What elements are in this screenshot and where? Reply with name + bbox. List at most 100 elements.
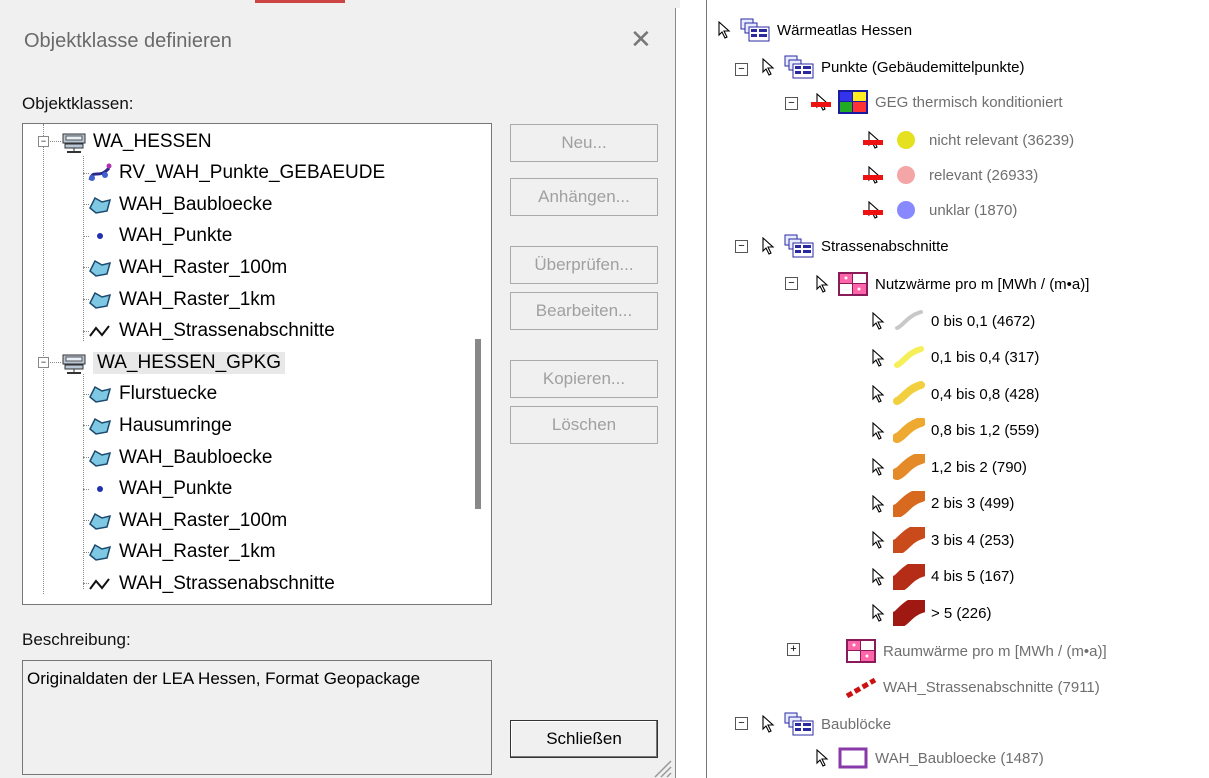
legend-nutz-class[interactable]: 2 bis 3 (499) xyxy=(871,489,1014,519)
cursor-arrow-icon[interactable] xyxy=(871,531,885,549)
legend-nutz-class[interactable]: 1,2 bis 2 (790) xyxy=(871,452,1027,482)
tree-node-class[interactable]: RV_WAH_Punkte_GEBAEUDE xyxy=(87,158,385,189)
point-symbol-icon xyxy=(897,166,915,184)
legend-group-blocks[interactable]: Baublöcke xyxy=(761,709,891,739)
polygon-icon xyxy=(89,386,112,404)
legend-label: 0 bis 0,1 (4672) xyxy=(931,312,1036,330)
legend-layer-nutz[interactable]: Nutzwärme pro m [MWh / (m•a)] xyxy=(815,269,1089,299)
legend-label: Nutzwärme pro m [MWh / (m•a)] xyxy=(875,275,1090,293)
tree-node-icon xyxy=(87,447,113,469)
line-style-icon xyxy=(893,417,925,443)
pattern-layer-icon xyxy=(838,272,868,296)
tree-node-class[interactable]: WAH_Raster_1km xyxy=(87,284,276,315)
legend-layer-wah-streets[interactable]: WAH_Strassenabschnitte (7911) xyxy=(845,672,1100,702)
legend-label: 3 bis 4 (253) xyxy=(931,531,1015,549)
legend-group-points[interactable]: Punkte (Gebäudemittelpunkte) xyxy=(761,52,1024,82)
legend-nutz-class[interactable]: 0 bis 0,1 (4672) xyxy=(871,306,1035,336)
close-button[interactable]: Schließen xyxy=(510,720,658,758)
collapse-toggle[interactable]: − xyxy=(38,357,49,369)
cursor-arrow-icon[interactable] xyxy=(871,348,885,367)
cursor-arrow-icon[interactable] xyxy=(761,58,775,76)
legend-geg-class[interactable]: nicht relevant (36239) xyxy=(863,125,1075,155)
tree-node-datasource[interactable]: WA_HESSEN_GPKG xyxy=(61,347,286,378)
legend-root[interactable]: Wärmeatlas Hessen xyxy=(717,15,912,45)
tree-node-icon xyxy=(87,573,113,595)
legend-nutz-class[interactable]: 0,1 bis 0,4 (317) xyxy=(871,343,1039,373)
tree-node-icon xyxy=(87,225,113,247)
legend-group-streets[interactable]: Strassenabschnitte xyxy=(761,231,949,261)
legend-label: nicht relevant (36239) xyxy=(929,131,1075,149)
delete-button[interactable]: Löschen xyxy=(510,406,658,444)
collapse-toggle[interactable]: − xyxy=(735,63,748,76)
tree-node-class[interactable]: WAH_Punkte xyxy=(87,221,232,252)
classes-label: Objektklassen: xyxy=(22,94,134,113)
point-symbol-icon xyxy=(897,201,915,219)
line-style-icon xyxy=(893,454,925,480)
tree-node-class[interactable]: WAH_Strassenabschnitte xyxy=(87,568,335,599)
tree-node-class[interactable]: WAH_Raster_100m xyxy=(87,252,287,283)
collapse-toggle[interactable]: − xyxy=(785,277,798,290)
tree-node-icon xyxy=(87,257,113,279)
edit-button[interactable]: Bearbeiten... xyxy=(510,292,658,330)
class-tree[interactable]: − WA_HESSEN RV_WAH_Punkte_GEBAEUDE WAH_Baub… xyxy=(22,123,492,605)
cursor-arrow-icon[interactable] xyxy=(871,312,885,330)
tree-node-class[interactable]: WAH_Raster_1km xyxy=(87,537,276,568)
tree-node-class[interactable]: WAH_Punkte xyxy=(87,474,232,505)
collapse-toggle[interactable]: − xyxy=(735,717,748,730)
tree-node-icon xyxy=(87,289,113,311)
layer-group-icon xyxy=(784,234,814,258)
line-style-icon xyxy=(893,381,925,405)
dialog-title: Objektklasse definieren xyxy=(24,30,232,52)
cursor-arrow-icon[interactable] xyxy=(815,275,829,293)
filter-marker xyxy=(811,102,831,107)
legend-geg-class[interactable]: unklar (1870) xyxy=(863,195,1017,225)
resize-grip-icon[interactable] xyxy=(650,756,672,778)
description-label: Beschreibung: xyxy=(22,630,131,649)
tree-node-label: WAH_Raster_1km xyxy=(119,541,276,563)
close-icon[interactable]: ✕ xyxy=(630,26,652,52)
legend-nutz-class[interactable]: 0,4 bis 0,8 (428) xyxy=(871,379,1039,409)
tree-node-class[interactable]: WAH_Strassenabschnitte xyxy=(87,316,335,347)
tree-node-class[interactable]: Flurstuecke xyxy=(87,379,217,410)
tree-node-class[interactable]: Hausumringe xyxy=(87,410,232,441)
scrollbar-thumb[interactable] xyxy=(475,339,481,509)
cursor-arrow-icon[interactable] xyxy=(815,749,829,767)
copy-button[interactable]: Kopieren... xyxy=(510,360,658,398)
collapse-toggle[interactable]: − xyxy=(735,240,748,253)
tree-node-class[interactable]: WAH_Raster_100m xyxy=(87,505,287,536)
tree-node-class[interactable]: WAH_Baubloecke xyxy=(87,189,272,220)
cursor-arrow-icon[interactable] xyxy=(761,715,775,733)
check-button[interactable]: Überprüfen... xyxy=(510,246,658,284)
legend-layer-geg[interactable]: GEG thermisch konditioniert xyxy=(811,87,1063,117)
polygon-icon xyxy=(89,449,112,467)
legend-label: Raumwärme pro m [MWh / (m•a)] xyxy=(883,642,1107,660)
append-button[interactable]: Anhängen... xyxy=(510,178,658,216)
cursor-arrow-icon[interactable] xyxy=(871,494,885,513)
cursor-arrow-icon[interactable] xyxy=(871,421,885,440)
legend-nutz-class[interactable]: 0,8 bis 1,2 (559) xyxy=(871,416,1039,446)
collapse-toggle[interactable]: − xyxy=(38,136,49,147)
cursor-arrow-icon[interactable] xyxy=(871,604,885,622)
legend-layer-wah-blocks[interactable]: WAH_Baubloecke (1487) xyxy=(815,743,1044,773)
tree-node-datasource[interactable]: WA_HESSEN xyxy=(61,126,212,157)
legend-label: 0,8 bis 1,2 (559) xyxy=(931,422,1040,439)
new-button[interactable]: Neu... xyxy=(510,124,658,162)
cursor-arrow-icon[interactable] xyxy=(761,237,775,255)
cursor-arrow-icon[interactable] xyxy=(717,21,731,39)
legend-geg-class[interactable]: relevant (26933) xyxy=(863,160,1038,190)
legend-nutz-class[interactable]: 3 bis 4 (253) xyxy=(871,525,1014,555)
cursor-arrow-icon[interactable] xyxy=(871,567,885,586)
tree-node-icon xyxy=(87,383,113,405)
expand-toggle[interactable]: + xyxy=(787,643,800,656)
cursor-arrow-icon[interactable] xyxy=(871,458,885,476)
tree-node-icon xyxy=(87,320,113,342)
cursor-arrow-icon[interactable] xyxy=(871,385,885,403)
legend-nutz-class[interactable]: 4 bis 5 (167) xyxy=(871,562,1014,592)
legend-layer-raum[interactable]: Raumwärme pro m [MWh / (m•a)] xyxy=(845,636,1107,666)
tree-node-class[interactable]: WAH_Baubloecke xyxy=(87,442,272,473)
tree-connector xyxy=(83,374,84,589)
legend-nutz-class[interactable]: > 5 (226) xyxy=(871,598,991,628)
legend-label: > 5 (226) xyxy=(931,604,992,622)
collapse-toggle[interactable]: − xyxy=(785,97,798,110)
polygon-icon xyxy=(89,417,112,435)
